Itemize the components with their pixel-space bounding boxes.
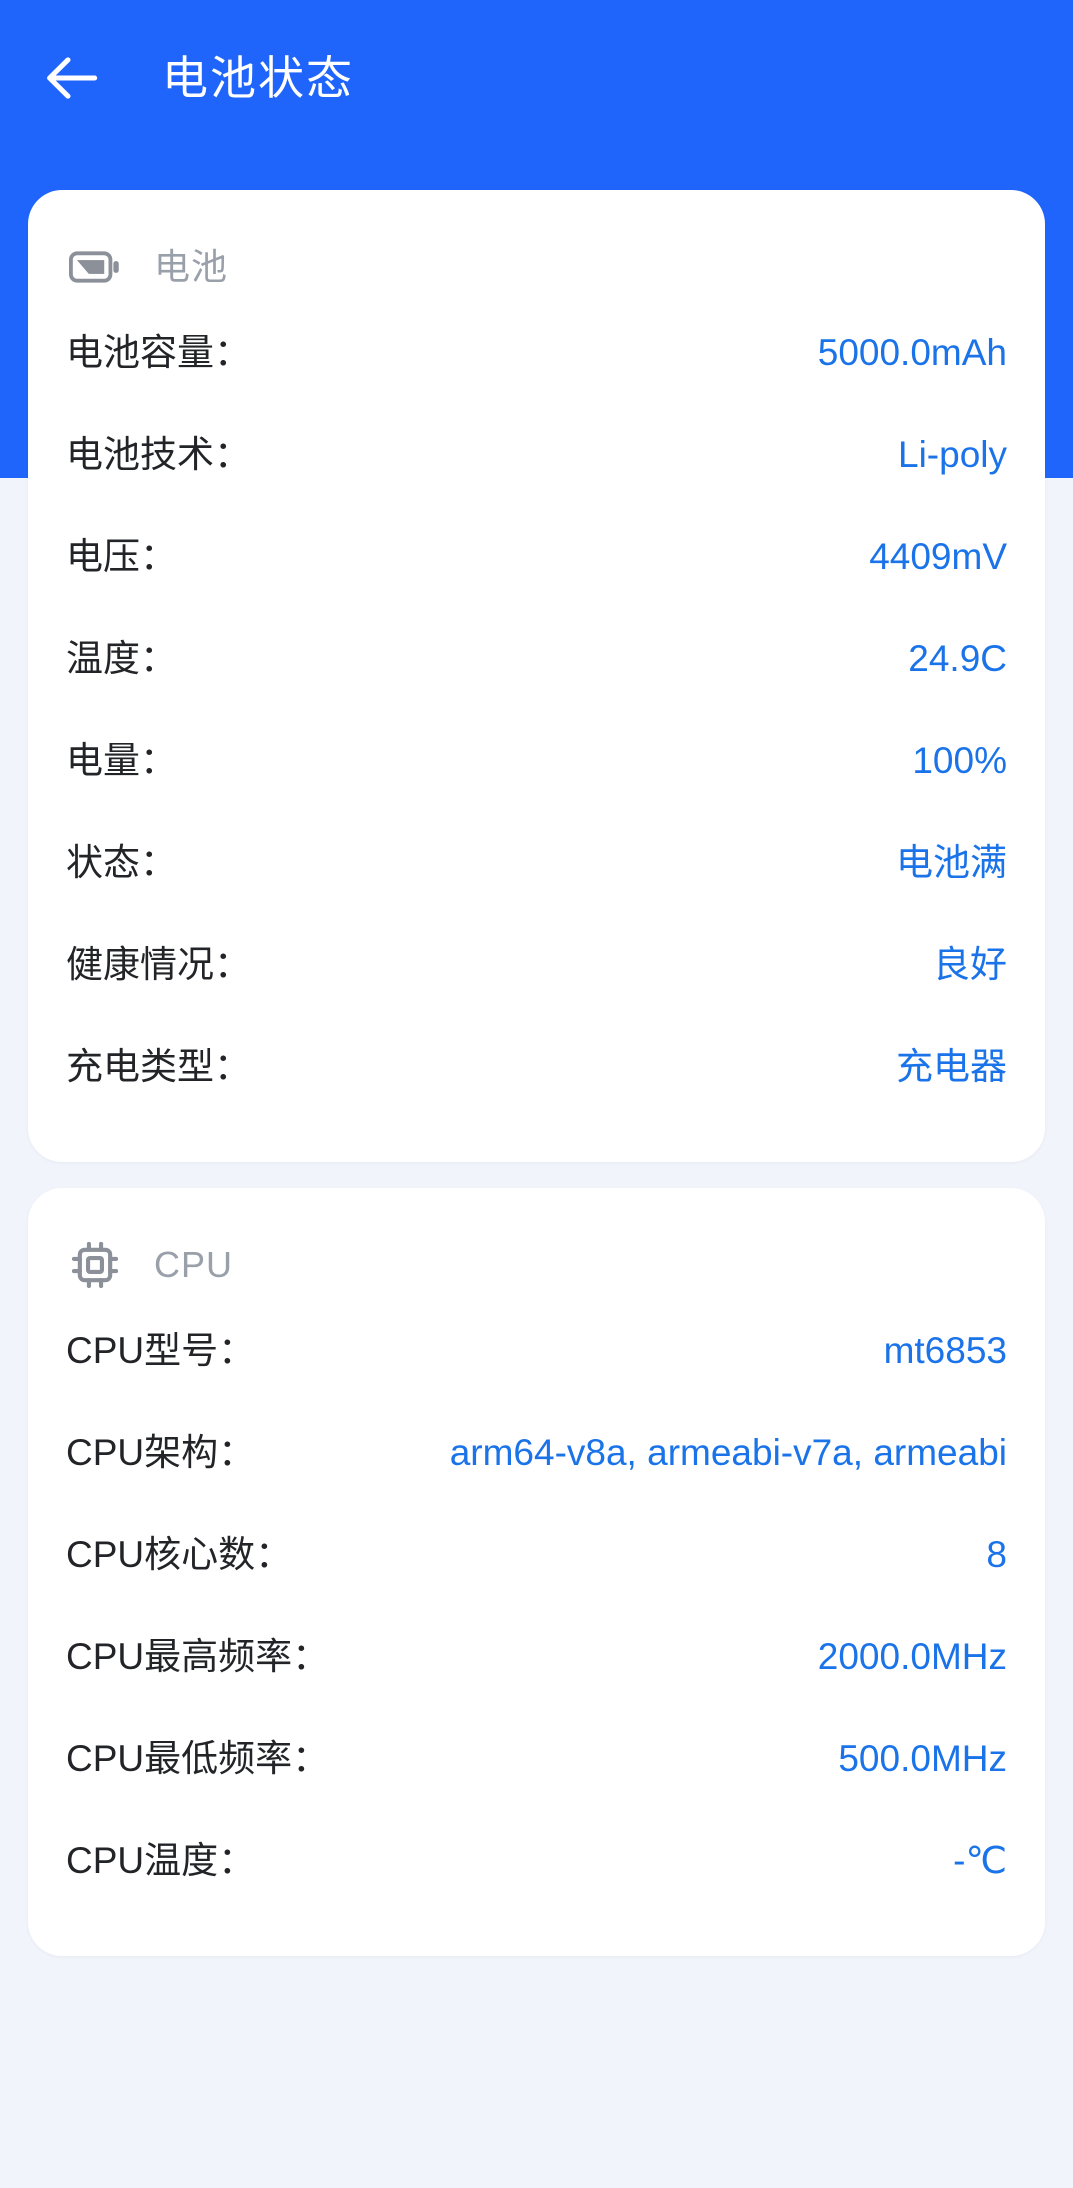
table-row-battery-status: 状态： 电池满 xyxy=(66,832,1007,934)
table-row-cpu-cores: CPU核心数： 8 xyxy=(66,1524,1007,1626)
battery-card: 电池 电池容量： 5000.0mAh 电池技术： Li-poly 电压： 440… xyxy=(28,190,1045,1162)
table-row-battery-technology: 电池技术： Li-poly xyxy=(66,424,1007,526)
back-button[interactable] xyxy=(24,30,120,126)
row-value: 2000.0MHz xyxy=(817,1636,1007,1677)
row-value: mt6853 xyxy=(883,1330,1007,1371)
table-row-cpu-max-frequency: CPU最高频率： 2000.0MHz xyxy=(66,1626,1007,1728)
row-label: 状态： xyxy=(66,842,177,883)
row-label: CPU最低频率： xyxy=(66,1738,330,1779)
battery-icon xyxy=(66,238,124,296)
row-value: arm64-v8a, armeabi-v7a, armeabi xyxy=(449,1432,1007,1473)
row-label: 电池容量： xyxy=(66,332,251,373)
row-value: 充电器 xyxy=(896,1046,1007,1087)
table-row-battery-capacity: 电池容量： 5000.0mAh xyxy=(66,322,1007,424)
row-value: 电池满 xyxy=(896,842,1007,883)
row-label: CPU最高频率： xyxy=(66,1636,330,1677)
row-label: CPU核心数： xyxy=(66,1534,293,1575)
table-row-battery-level: 电量： 100% xyxy=(66,730,1007,832)
table-row-cpu-min-frequency: CPU最低频率： 500.0MHz xyxy=(66,1728,1007,1830)
row-label: 健康情况： xyxy=(66,944,251,985)
arrow-left-icon xyxy=(40,46,104,110)
cpu-chip-icon xyxy=(66,1236,124,1294)
scroll-content[interactable]: 电池 电池容量： 5000.0mAh 电池技术： Li-poly 电压： 440… xyxy=(0,0,1073,2188)
cpu-card-title: CPU xyxy=(154,1244,234,1285)
row-label: 电压： xyxy=(66,536,177,577)
row-value: 良好 xyxy=(933,944,1007,985)
table-row-cpu-temperature: CPU温度： -℃ xyxy=(66,1830,1007,1956)
row-value: 8 xyxy=(986,1534,1007,1575)
table-row-battery-health: 健康情况： 良好 xyxy=(66,934,1007,1036)
row-value: Li-poly xyxy=(898,434,1007,475)
cpu-card-header: CPU xyxy=(66,1188,1007,1320)
app-bar: 电池状态 xyxy=(0,0,1073,155)
row-label: 电池技术： xyxy=(66,434,251,475)
battery-card-header: 电池 xyxy=(66,190,1007,322)
row-value: -℃ xyxy=(953,1840,1007,1881)
table-row-charging-type: 充电类型： 充电器 xyxy=(66,1036,1007,1162)
row-value: 5000.0mAh xyxy=(817,332,1007,373)
row-value: 4409mV xyxy=(869,536,1007,577)
table-row-cpu-model: CPU型号： mt6853 xyxy=(66,1320,1007,1422)
row-label: 充电类型： xyxy=(66,1046,251,1087)
row-value: 100% xyxy=(912,740,1007,781)
row-label: 电量： xyxy=(66,740,177,781)
row-label: CPU温度： xyxy=(66,1840,256,1881)
row-label: CPU型号： xyxy=(66,1330,256,1371)
row-label: 温度： xyxy=(66,638,177,679)
app-root: 电池状态 电池 电池容量： 5000.0mAh 电池技术： Li-poly 电压… xyxy=(0,0,1073,2188)
cpu-card: CPU CPU型号： mt6853 CPU架构： arm64-v8a, arme… xyxy=(28,1188,1045,1956)
row-value: 500.0MHz xyxy=(838,1738,1007,1779)
table-row-battery-voltage: 电压： 4409mV xyxy=(66,526,1007,628)
table-row-cpu-architecture: CPU架构： arm64-v8a, armeabi-v7a, armeabi xyxy=(66,1422,1007,1524)
battery-card-title: 电池 xyxy=(154,246,229,287)
table-row-battery-temperature: 温度： 24.9C xyxy=(66,628,1007,730)
row-label: CPU架构： xyxy=(66,1432,256,1473)
row-value: 24.9C xyxy=(908,638,1007,679)
page-title: 电池状态 xyxy=(162,51,354,104)
